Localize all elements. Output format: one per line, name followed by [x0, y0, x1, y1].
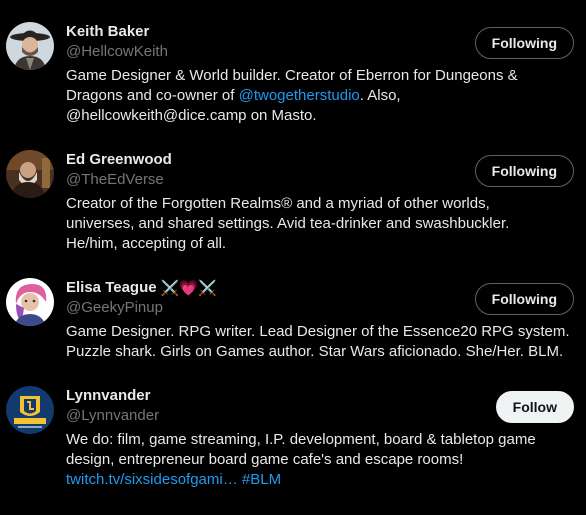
bio-line: Game Designer & World builder. Creator o… — [66, 67, 518, 84]
bio-line: He/him, accepting of all. — [66, 235, 227, 252]
follow-list: Keith Baker @HellcowKeith Game Designer … — [0, 0, 586, 515]
bio-line: twitch.tv/sixsidesofgami… #BLM — [66, 470, 574, 490]
avatar-elisa-teague-icon — [6, 278, 54, 326]
following-button[interactable]: Following — [474, 283, 574, 315]
display-name[interactable]: Lynnvander — [66, 386, 150, 406]
follow-button[interactable]: Follow — [495, 391, 574, 423]
user-bio: Creator of the Forgotten Realms® and a m… — [66, 194, 574, 254]
bio-line: design, entrepreneur board game cafe's a… — [66, 451, 464, 468]
bio-line: @hellcowkeith@dice.camp on Masto. — [66, 107, 317, 124]
bio-line: Dragons and co-owner of @twogetherstudio… — [66, 86, 574, 106]
display-name[interactable]: Ed Greenwood — [66, 150, 172, 170]
user-bio: We do: film, game streaming, I.P. develo… — [66, 430, 574, 490]
name-emoji: ⚔️💗⚔️ — [160, 279, 217, 297]
following-button[interactable]: Following — [474, 27, 574, 59]
avatar[interactable] — [6, 22, 54, 70]
avatar-ed-greenwood-icon — [6, 150, 54, 198]
mention-link[interactable]: @twogetherstudio — [239, 87, 360, 104]
hashtag-link[interactable]: #BLM — [242, 471, 281, 488]
avatar[interactable] — [6, 150, 54, 198]
bio-line: universes, and shared settings. Avid tea… — [66, 215, 510, 232]
display-name[interactable]: Keith Baker — [66, 22, 149, 42]
avatar[interactable] — [6, 278, 54, 326]
avatar[interactable] — [6, 386, 54, 434]
avatar-lynnvander-logo-icon — [6, 386, 54, 434]
user-bio: Game Designer. RPG writer. Lead Designer… — [66, 322, 574, 362]
bio-text: Dragons and co-owner of — [66, 87, 239, 104]
website-link[interactable]: twitch.tv/sixsidesofgami… — [66, 471, 238, 488]
following-button[interactable]: Following — [474, 155, 574, 187]
bio-line: Game Designer. RPG writer. Lead Designer… — [66, 323, 570, 340]
bio-text: . Also, — [359, 87, 401, 104]
display-name[interactable]: Elisa Teague — [66, 278, 157, 298]
avatar-keith-baker-icon — [6, 22, 54, 70]
user-bio: Game Designer & World builder. Creator o… — [66, 66, 574, 126]
bio-line: We do: film, game streaming, I.P. develo… — [66, 431, 536, 448]
bio-line: Puzzle shark. Girls on Games author. Sta… — [66, 343, 564, 360]
bio-line: Creator of the Forgotten Realms® and a m… — [66, 195, 490, 212]
